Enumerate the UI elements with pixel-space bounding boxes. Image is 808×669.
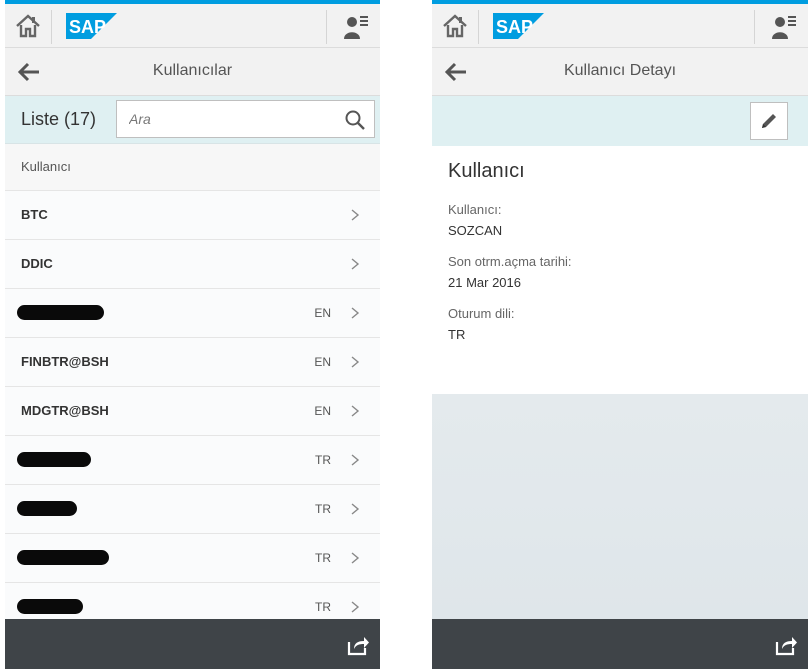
nav-bar: Kullanıcılar	[5, 48, 380, 96]
detail-background	[432, 394, 808, 619]
pencil-icon	[762, 114, 776, 128]
svg-text:SAP: SAP	[69, 17, 106, 37]
item-language: EN	[314, 306, 331, 320]
divider	[51, 10, 52, 44]
redaction-mark	[17, 305, 104, 320]
list-item[interactable]: MDGTR@BSH EN	[5, 387, 380, 436]
item-title: DDIC	[21, 256, 53, 271]
list-item[interactable]: TR	[5, 436, 380, 485]
field-label: Kullanıcı:	[448, 202, 502, 217]
search-icon[interactable]	[344, 109, 366, 131]
item-language: TR	[315, 502, 331, 516]
list-header: Liste (17)	[5, 96, 380, 144]
redaction-mark	[17, 550, 109, 565]
list-item[interactable]: TR	[5, 534, 380, 583]
back-arrow-icon[interactable]	[15, 59, 43, 85]
shell-bar: SAP	[432, 0, 808, 48]
home-icon[interactable]	[13, 11, 43, 41]
list-item[interactable]: TR	[5, 485, 380, 534]
field-value: SOZCAN	[448, 223, 503, 238]
chevron-right-icon	[351, 552, 360, 564]
chevron-right-icon	[351, 405, 360, 417]
field-value: 21 Mar 2016	[448, 275, 521, 290]
home-icon[interactable]	[440, 11, 470, 41]
chevron-right-icon	[351, 209, 360, 221]
user-menu-icon[interactable]	[342, 13, 370, 41]
search-field[interactable]	[116, 100, 375, 138]
item-language: EN	[314, 355, 331, 369]
item-language: TR	[315, 600, 331, 614]
shell-bar: SAP	[5, 0, 380, 48]
item-language: TR	[315, 453, 331, 467]
sap-logo[interactable]: SAP	[66, 13, 117, 39]
master-panel: SAP Kullanıcılar Liste (17) Kullanıcı	[5, 0, 380, 669]
item-title: FINBTR@BSH	[21, 354, 109, 369]
item-language: TR	[315, 551, 331, 565]
chevron-right-icon	[351, 503, 360, 515]
item-title: BTC	[21, 207, 48, 222]
item-title: MDGTR@BSH	[21, 403, 109, 418]
detail-toolbar	[432, 96, 808, 146]
field-label: Son otrm.açma tarihi:	[448, 254, 572, 269]
redaction-mark	[17, 501, 77, 516]
redaction-mark	[17, 452, 91, 467]
edit-button[interactable]	[750, 102, 788, 140]
sap-logo[interactable]: SAP	[493, 13, 544, 39]
list-item[interactable]: BTC	[5, 191, 380, 240]
divider	[326, 10, 327, 44]
svg-text:SAP: SAP	[496, 17, 533, 37]
page-title: Kullanıcı Detayı	[563, 62, 677, 79]
group-header: Kullanıcı	[5, 144, 380, 191]
footer-toolbar	[432, 619, 808, 669]
user-detail-form: Kullanıcı Kullanıcı: SOZCAN Son otrm.açm…	[432, 146, 808, 394]
chevron-right-icon	[351, 356, 360, 368]
list-title: Liste (17)	[21, 109, 97, 129]
chevron-right-icon	[351, 601, 360, 613]
field-label: Oturum dili:	[448, 306, 515, 321]
form-title: Kullanıcı	[448, 160, 525, 182]
user-list: Kullanıcı BTC DDIC EN FINBTR@BSH EN MDGT…	[5, 144, 380, 619]
divider	[754, 10, 755, 44]
page-title: Kullanıcılar	[152, 62, 233, 79]
nav-bar: Kullanıcı Detayı	[432, 48, 808, 96]
list-item[interactable]: EN	[5, 289, 380, 338]
list-item[interactable]: DDIC	[5, 240, 380, 289]
list-item[interactable]: FINBTR@BSH EN	[5, 338, 380, 387]
chevron-right-icon	[351, 258, 360, 270]
divider	[478, 10, 479, 44]
item-language: EN	[314, 404, 331, 418]
share-icon[interactable]	[346, 634, 370, 656]
detail-panel: SAP Kullanıcı Detayı Kullanıcı Kullanıcı…	[432, 0, 808, 669]
chevron-right-icon	[351, 454, 360, 466]
search-input[interactable]	[117, 101, 337, 137]
chevron-right-icon	[351, 307, 360, 319]
footer-toolbar	[5, 619, 380, 669]
list-item[interactable]: TR	[5, 583, 380, 619]
user-menu-icon[interactable]	[770, 13, 798, 41]
field-value: TR	[448, 327, 466, 342]
share-icon[interactable]	[774, 634, 798, 656]
back-arrow-icon[interactable]	[442, 59, 470, 85]
redaction-mark	[17, 599, 83, 614]
